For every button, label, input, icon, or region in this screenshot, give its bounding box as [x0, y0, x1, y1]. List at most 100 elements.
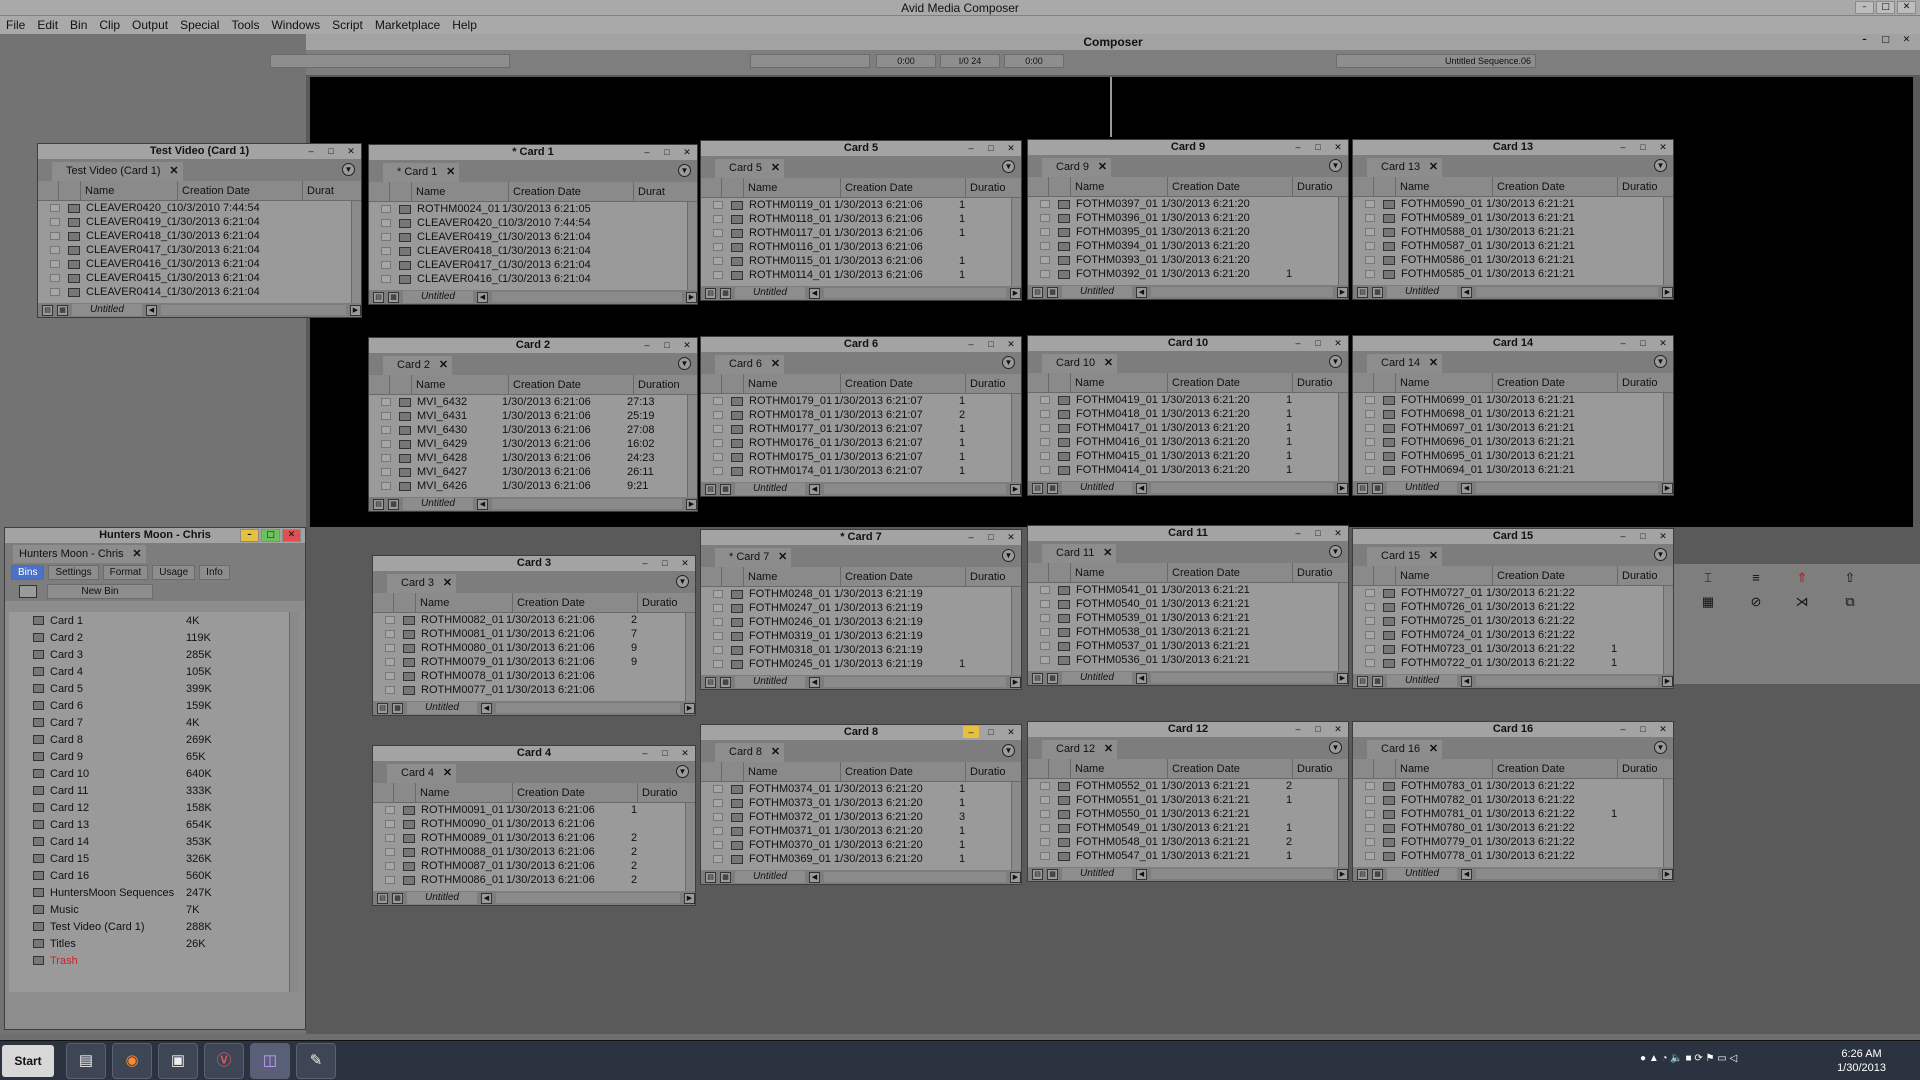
bin-tab[interactable]: Card 5 ✕: [715, 159, 785, 178]
bin-close-icon[interactable]: ✕: [1003, 531, 1019, 543]
row-checkbox[interactable]: [381, 219, 391, 227]
bin-menu-icon[interactable]: ▼: [1654, 548, 1667, 561]
row-checkbox[interactable]: [385, 834, 395, 842]
table-row[interactable]: ROTHM0089_01 1/30/2013 6:21:06 2: [373, 831, 695, 845]
bin-frame-view-icon[interactable]: ▦: [1047, 672, 1058, 684]
row-checkbox[interactable]: [381, 440, 391, 448]
table-row[interactable]: ROTHM0178_01 1/30/2013 6:21:07 2: [701, 408, 1021, 422]
menu-special[interactable]: Special: [180, 18, 219, 32]
table-row[interactable]: FOTHM0552_01 1/30/2013 6:21:21 2: [1028, 779, 1348, 793]
row-checkbox[interactable]: [1365, 782, 1375, 790]
horizontal-scrollbar[interactable]: [492, 499, 682, 509]
bin-tab[interactable]: Test Video (Card 1) ✕: [52, 162, 183, 181]
bin-scrollbar[interactable]: [1011, 198, 1021, 286]
table-row[interactable]: FOTHM0550_01 1/30/2013 6:21:21: [1028, 807, 1348, 821]
bin-frame-view-icon[interactable]: ▦: [720, 676, 731, 688]
row-checkbox[interactable]: [1040, 242, 1050, 250]
close-icon[interactable]: ✕: [1897, 1, 1916, 14]
row-checkbox[interactable]: [1040, 600, 1050, 608]
list-item[interactable]: Card 4 105K: [9, 663, 296, 680]
row-checkbox[interactable]: [1365, 200, 1375, 208]
column-creation-date[interactable]: Creation Date: [1167, 373, 1292, 392]
row-checkbox[interactable]: [1040, 228, 1050, 236]
bin-view-icon[interactable]: ▤: [705, 871, 716, 883]
close-tab-icon[interactable]: ✕: [1098, 158, 1107, 177]
column-duration[interactable]: Duratio: [1292, 177, 1348, 196]
column-duration[interactable]: Duration: [633, 375, 697, 394]
bin-view-menu[interactable]: Untitled: [403, 291, 473, 303]
bin-maximize-icon[interactable]: □: [1635, 141, 1651, 153]
list-item[interactable]: Card 5 399K: [9, 680, 296, 697]
row-checkbox[interactable]: [1040, 810, 1050, 818]
list-item[interactable]: Music 7K: [9, 901, 296, 918]
bin-close-icon[interactable]: ✕: [1655, 141, 1671, 153]
bin-view-menu[interactable]: Untitled: [735, 676, 805, 688]
column-duration[interactable]: Duratio: [965, 178, 1021, 197]
row-checkbox[interactable]: [1040, 628, 1050, 636]
table-row[interactable]: FOTHM0540_01 1/30/2013 6:21:21: [1028, 597, 1348, 611]
column-duration[interactable]: Duratio: [965, 567, 1021, 586]
bin-view-menu[interactable]: Untitled: [1062, 672, 1132, 684]
bin-view-menu[interactable]: Untitled: [735, 871, 805, 883]
menu-file[interactable]: File: [6, 18, 25, 32]
table-row[interactable]: FOTHM0370_01 1/30/2013 6:21:20 1: [701, 838, 1021, 852]
row-checkbox[interactable]: [1365, 424, 1375, 432]
table-row[interactable]: FOTHM0590_01 1/30/2013 6:21:21: [1353, 197, 1673, 211]
bin-menu-icon[interactable]: ▼: [1654, 355, 1667, 368]
close-tab-icon[interactable]: ✕: [1104, 740, 1113, 759]
column-creation-date[interactable]: Creation Date: [508, 182, 633, 201]
table-row[interactable]: FOTHM0783_01 1/30/2013 6:21:22: [1353, 779, 1673, 793]
column-duration[interactable]: Duratio: [1617, 177, 1673, 196]
scroll-left-icon[interactable]: ◀: [146, 304, 157, 316]
table-row[interactable]: FOTHM0419_01 1/30/2013 6:21:20 1: [1028, 393, 1348, 407]
project-maximize-icon[interactable]: □: [261, 529, 280, 542]
project-tab-format[interactable]: Format: [102, 564, 149, 580]
scroll-left-icon[interactable]: ◀: [477, 291, 488, 303]
copy-icon[interactable]: ⧉: [1840, 594, 1860, 612]
row-checkbox[interactable]: [1365, 410, 1375, 418]
bin-minimize-icon[interactable]: –: [963, 338, 979, 350]
close-tab-icon[interactable]: ✕: [132, 545, 141, 563]
bin-view-icon[interactable]: ▤: [705, 287, 716, 299]
bin-view-menu[interactable]: Untitled: [403, 498, 473, 510]
table-row[interactable]: FOTHM0726_01 1/30/2013 6:21:22: [1353, 600, 1673, 614]
bin-view-icon[interactable]: ▤: [373, 291, 384, 303]
column-creation-date[interactable]: Creation Date: [1492, 373, 1617, 392]
column-creation-date[interactable]: Creation Date: [840, 374, 965, 393]
table-row[interactable]: FOTHM0245_01 1/30/2013 6:21:19 1: [701, 657, 1021, 671]
table-row[interactable]: FOTHM0694_01 1/30/2013 6:21:21: [1353, 463, 1673, 477]
bin-tab[interactable]: Card 6 ✕: [715, 355, 785, 374]
row-checkbox[interactable]: [385, 644, 395, 652]
list-item[interactable]: Card 8 269K: [9, 731, 296, 748]
app-icon[interactable]: Ⓥ: [204, 1043, 244, 1079]
bin-maximize-icon[interactable]: □: [1635, 530, 1651, 542]
scroll-left-icon[interactable]: ◀: [1461, 286, 1472, 298]
start-button[interactable]: Start: [2, 1045, 54, 1077]
bin-close-icon[interactable]: ✕: [677, 557, 693, 569]
menu-help[interactable]: Help: [452, 18, 477, 32]
bin-tab[interactable]: Card 15 ✕: [1367, 547, 1443, 566]
composer-minimize-icon[interactable]: –: [1855, 35, 1874, 48]
scroll-right-icon[interactable]: ▶: [1337, 286, 1348, 298]
bin-frame-view-icon[interactable]: ▦: [392, 892, 403, 904]
table-row[interactable]: FOTHM0724_01 1/30/2013 6:21:22: [1353, 628, 1673, 642]
bin-maximize-icon[interactable]: □: [657, 557, 673, 569]
scroll-left-icon[interactable]: ◀: [809, 287, 820, 299]
scroll-right-icon[interactable]: ▶: [1662, 286, 1673, 298]
column-duration[interactable]: Duratio: [1617, 373, 1673, 392]
close-tab-icon[interactable]: ✕: [778, 548, 787, 567]
bin-scrollbar[interactable]: [1663, 586, 1673, 674]
composer-close-icon[interactable]: ✕: [1897, 35, 1916, 48]
scroll-left-icon[interactable]: ◀: [809, 676, 820, 688]
bin-scrollbar[interactable]: [1011, 587, 1021, 675]
close-tab-icon[interactable]: ✕: [1429, 354, 1438, 373]
table-row[interactable]: FOTHM0246_01 1/30/2013 6:21:19: [701, 615, 1021, 629]
project-tab-info[interactable]: Info: [199, 564, 230, 580]
row-checkbox[interactable]: [1040, 782, 1050, 790]
row-checkbox[interactable]: [1040, 438, 1050, 446]
row-checkbox[interactable]: [1365, 603, 1375, 611]
row-checkbox[interactable]: [50, 260, 60, 268]
close-tab-icon[interactable]: ✕: [169, 162, 178, 181]
bin-frame-view-icon[interactable]: ▦: [388, 498, 399, 510]
row-checkbox[interactable]: [1040, 466, 1050, 474]
